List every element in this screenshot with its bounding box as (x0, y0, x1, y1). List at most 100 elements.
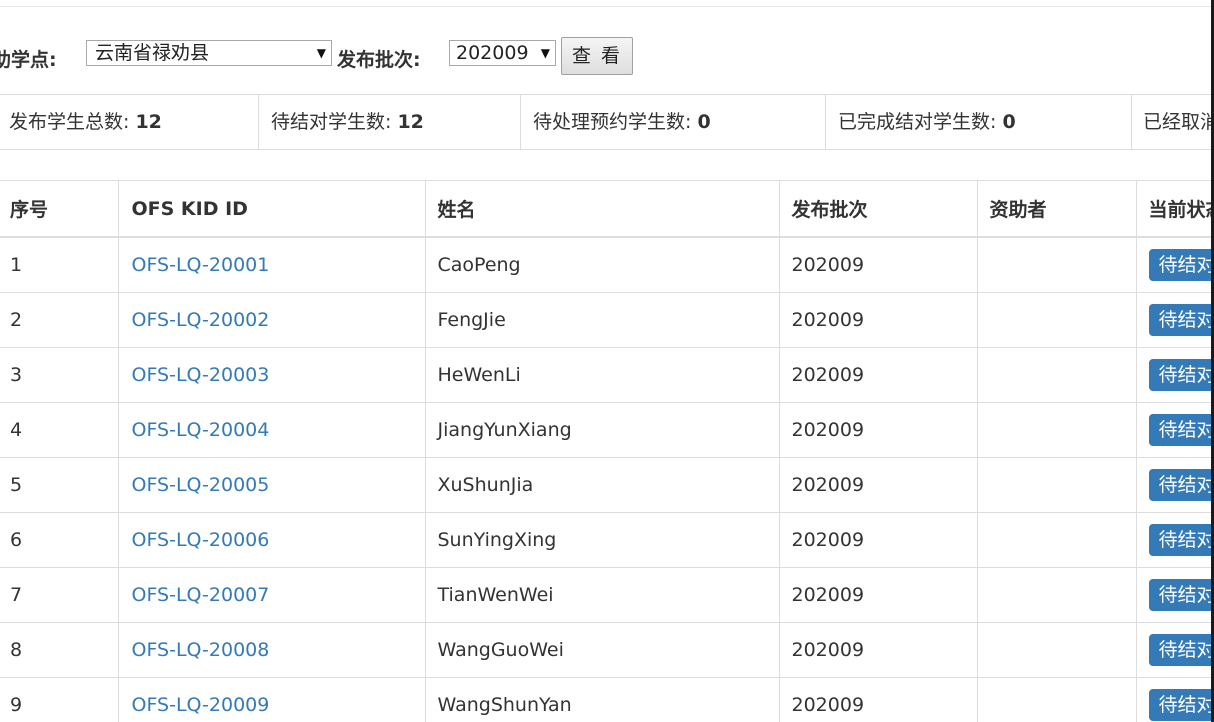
cell-status: 待结对 (1136, 402, 1214, 458)
table-row: 6 OFS-LQ-20006 SunYingXing 202009 待结对 (0, 512, 1214, 568)
kid-id-link[interactable]: OFS-LQ-20002 (132, 309, 270, 331)
cell-kid-id: OFS-LQ-20006 (118, 512, 426, 568)
cell-status: 待结对 (1136, 292, 1214, 348)
students-table-wrap: 序号 OFS KID ID 姓名 发布批次 资助者 当前状态 1 OFS-LQ-2… (0, 180, 1214, 722)
table-row: 3 OFS-LQ-20003 HeWenLi 202009 待结对 (0, 347, 1214, 403)
batch-select[interactable]: 202009 ▼ (449, 40, 556, 66)
stat-pending-pairing: 待结对学生数: 12 (259, 95, 521, 149)
stats-bar: 发布学生总数: 12 待结对学生数: 12 待处理预约学生数: 0 已完成结对学… (0, 94, 1214, 150)
cell-batch: 202009 (779, 677, 978, 722)
kid-id-link[interactable]: OFS-LQ-20009 (132, 694, 270, 716)
cell-sponsor (977, 512, 1137, 568)
cell-batch: 202009 (779, 237, 978, 293)
cell-status: 待结对 (1136, 512, 1214, 568)
cell-sponsor (977, 622, 1137, 678)
status-badge[interactable]: 待结对 (1148, 469, 1214, 501)
cell-status: 待结对 (1136, 567, 1214, 623)
status-badge[interactable]: 待结对 (1148, 579, 1214, 611)
cell-status: 待结对 (1136, 677, 1214, 722)
cell-sponsor (977, 677, 1137, 722)
table-row: 9 OFS-LQ-20009 WangShunYan 202009 待结对 (0, 677, 1214, 722)
status-badge[interactable]: 待结对 (1148, 634, 1214, 666)
cell-batch: 202009 (779, 567, 978, 623)
column-header-sponsor: 资助者 (977, 181, 1137, 238)
view-button[interactable]: 查 看 (561, 37, 633, 75)
cell-status: 待结对 (1136, 347, 1214, 403)
cell-no: 8 (0, 622, 119, 678)
cell-no: 1 (0, 237, 119, 293)
status-badge[interactable]: 待结对 (1148, 524, 1214, 556)
cell-no: 3 (0, 347, 119, 403)
column-header-kid-id: OFS KID ID (118, 181, 426, 238)
cell-no: 4 (0, 402, 119, 458)
cell-status: 待结对 (1136, 622, 1214, 678)
kid-id-link[interactable]: OFS-LQ-20004 (132, 419, 270, 441)
cell-kid-id: OFS-LQ-20002 (118, 292, 426, 348)
cell-name: WangShunYan (425, 677, 780, 722)
page: 助学点: 云南省禄劝县 ▼ 发布批次: 202009 ▼ 查 看 发布学生总数:… (0, 0, 1214, 722)
stat-cancelled: 已经取消 (1143, 111, 1214, 133)
kid-id-link[interactable]: OFS-LQ-20006 (132, 529, 270, 551)
site-label: 助学点: (0, 49, 57, 71)
cell-batch: 202009 (779, 457, 978, 513)
cell-name: SunYingXing (425, 512, 780, 568)
cell-status: 待结对 (1136, 457, 1214, 513)
column-header-no: 序号 (0, 181, 119, 238)
cell-name: JiangYunXiang (425, 402, 780, 458)
column-header-status: 当前状态 (1136, 181, 1214, 238)
cell-kid-id: OFS-LQ-20008 (118, 622, 426, 678)
stat-total-published: 发布学生总数: 12 (0, 95, 259, 149)
stat-paired-complete: 已完成结对学生数: 0 (826, 95, 1132, 149)
stat-pending-reservation: 待处理预约学生数: 0 (521, 95, 826, 149)
table-header-row: 序号 OFS KID ID 姓名 发布批次 资助者 当前状态 (0, 181, 1214, 238)
table-row: 5 OFS-LQ-20005 XuShunJia 202009 待结对 (0, 457, 1214, 513)
status-badge[interactable]: 待结对 (1148, 689, 1214, 721)
batch-label: 发布批次: (337, 49, 421, 71)
cell-status: 待结对 (1136, 237, 1214, 293)
status-badge[interactable]: 待结对 (1148, 249, 1214, 281)
kid-id-link[interactable]: OFS-LQ-20005 (132, 474, 270, 496)
kid-id-link[interactable]: OFS-LQ-20003 (132, 364, 270, 386)
cell-no: 6 (0, 512, 119, 568)
cell-name: XuShunJia (425, 457, 780, 513)
cell-batch: 202009 (779, 292, 978, 348)
table-body: 1 OFS-LQ-20001 CaoPeng 202009 待结对 2 OFS-LQ-200… (0, 237, 1214, 722)
cell-kid-id: OFS-LQ-20003 (118, 347, 426, 403)
filter-bar: 助学点: 云南省禄劝县 ▼ 发布批次: 202009 ▼ 查 看 (0, 37, 1214, 75)
column-header-name: 姓名 (425, 181, 780, 238)
table-row: 4 OFS-LQ-20004 JiangYunXiang 202009 待结对 (0, 402, 1214, 458)
column-header-batch: 发布批次 (779, 181, 978, 238)
cell-name: HeWenLi (425, 347, 780, 403)
cell-batch: 202009 (779, 512, 978, 568)
table-row: 1 OFS-LQ-20001 CaoPeng 202009 待结对 (0, 237, 1214, 293)
cell-sponsor (977, 292, 1137, 348)
cell-batch: 202009 (779, 347, 978, 403)
cell-no: 2 (0, 292, 119, 348)
kid-id-link[interactable]: OFS-LQ-20001 (132, 254, 270, 276)
kid-id-link[interactable]: OFS-LQ-20008 (132, 639, 270, 661)
cell-kid-id: OFS-LQ-20001 (118, 237, 426, 293)
cell-name: CaoPeng (425, 237, 780, 293)
status-badge[interactable]: 待结对 (1148, 414, 1214, 446)
top-divider (0, 6, 1214, 7)
cell-kid-id: OFS-LQ-20007 (118, 567, 426, 623)
batch-select-value: 202009 (456, 42, 529, 64)
cell-kid-id: OFS-LQ-20005 (118, 457, 426, 513)
cell-name: WangGuoWei (425, 622, 780, 678)
table-row: 8 OFS-LQ-20008 WangGuoWei 202009 待结对 (0, 622, 1214, 678)
students-table: 序号 OFS KID ID 姓名 发布批次 资助者 当前状态 1 OFS-LQ-2… (0, 181, 1214, 722)
status-badge[interactable]: 待结对 (1148, 304, 1214, 336)
status-badge[interactable]: 待结对 (1148, 359, 1214, 391)
cell-sponsor (977, 457, 1137, 513)
cell-no: 9 (0, 677, 119, 722)
chevron-down-icon: ▼ (540, 46, 550, 60)
table-row: 7 OFS-LQ-20007 TianWenWei 202009 待结对 (0, 567, 1214, 623)
table-row: 2 OFS-LQ-20002 FengJie 202009 待结对 (0, 292, 1214, 348)
cell-batch: 202009 (779, 622, 978, 678)
cell-name: FengJie (425, 292, 780, 348)
site-select[interactable]: 云南省禄劝县 ▼ (86, 40, 332, 66)
site-select-value: 云南省禄劝县 (95, 42, 210, 64)
kid-id-link[interactable]: OFS-LQ-20007 (132, 584, 270, 606)
cell-no: 7 (0, 567, 119, 623)
cell-name: TianWenWei (425, 567, 780, 623)
